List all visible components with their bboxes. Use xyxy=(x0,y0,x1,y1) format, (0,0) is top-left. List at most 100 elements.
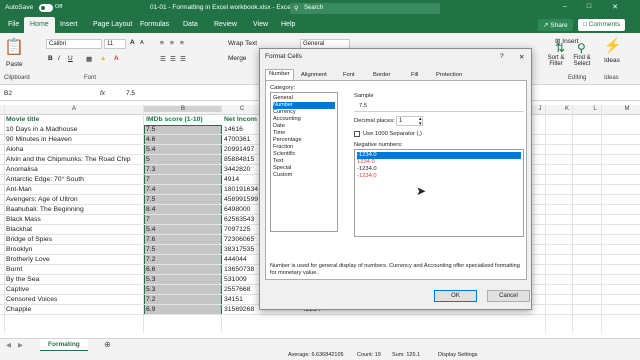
fill-color-icon[interactable]: ▲ xyxy=(100,55,106,62)
category-item[interactable]: Text xyxy=(273,158,335,165)
table-cell[interactable]: Black Mass xyxy=(6,215,142,225)
col-header-m[interactable]: M xyxy=(622,106,632,112)
autosave-toggle[interactable] xyxy=(39,4,53,12)
table-cell[interactable]: 7 xyxy=(146,215,220,225)
table-cell[interactable]: Bridge of Spies xyxy=(6,235,142,245)
sort-filter-button[interactable]: Sort & Filter xyxy=(545,55,567,67)
col-header-j[interactable]: J xyxy=(535,106,545,112)
negative-format-option[interactable]: -1234.0 xyxy=(357,173,521,180)
minimize-button[interactable]: – xyxy=(560,3,570,10)
borders-icon[interactable]: ▦ xyxy=(86,55,92,63)
col-header-b[interactable]: B xyxy=(144,106,222,112)
category-item[interactable]: Time xyxy=(273,130,335,137)
comments-button[interactable]: □ Comments xyxy=(578,19,626,31)
table-cell[interactable]: By the Sea xyxy=(6,275,142,285)
tab-view[interactable]: View xyxy=(253,21,268,28)
display-settings-button[interactable]: Display Settings xyxy=(438,352,477,358)
add-sheet-icon[interactable]: ⊕ xyxy=(104,340,111,349)
dialog-tab-protection[interactable]: Protection xyxy=(433,71,465,79)
font-grow-icon[interactable]: A xyxy=(130,39,135,46)
table-cell[interactable]: 5.4 xyxy=(146,225,220,235)
table-cell[interactable]: 10 Days in a Madhouse xyxy=(6,125,142,135)
header-imdb-score[interactable]: IMDb score (1-10) xyxy=(146,115,203,125)
ideas-icon[interactable]: ⚡ xyxy=(604,37,621,54)
align-top-icon[interactable]: ≡ xyxy=(160,40,164,47)
col-header-l[interactable]: L xyxy=(590,106,600,112)
dialog-tab-font[interactable]: Font xyxy=(340,71,358,79)
negative-format-option[interactable]: -1234.0 xyxy=(357,166,521,173)
fx-icon[interactable]: fx xyxy=(100,90,105,97)
col-header-c[interactable]: C xyxy=(222,106,262,112)
table-cell[interactable]: 7 xyxy=(146,175,220,185)
search-box[interactable]: ⚲ Search xyxy=(290,3,440,14)
tab-data[interactable]: Data xyxy=(183,21,198,28)
category-item[interactable]: Number xyxy=(273,102,335,109)
table-cell[interactable]: Burnt xyxy=(6,265,142,275)
dialog-tab-fill[interactable]: Fill xyxy=(408,71,421,79)
font-name-select[interactable]: Calibri xyxy=(46,39,102,49)
ideas-button[interactable]: Ideas xyxy=(604,57,620,64)
dialog-tab-number[interactable]: Number xyxy=(265,69,294,80)
decimal-spinner-icon[interactable]: ▲ ▼ xyxy=(418,116,422,126)
prev-sheet-icon[interactable]: ◀ xyxy=(6,341,11,349)
tab-insert[interactable]: Insert xyxy=(60,21,78,28)
align-middle-icon[interactable]: ≡ xyxy=(170,40,174,47)
category-item[interactable]: Custom xyxy=(273,172,335,179)
table-cell[interactable]: 7.5 xyxy=(146,125,220,135)
cancel-button[interactable]: Cancel xyxy=(487,290,530,302)
table-cell[interactable]: 7.5 xyxy=(146,195,220,205)
tab-file[interactable]: File xyxy=(8,21,19,28)
table-cell[interactable]: Blackhat xyxy=(6,225,142,235)
table-cell[interactable]: Baahubali: The Beginning xyxy=(6,205,142,215)
bold-button[interactable]: B xyxy=(48,55,53,62)
table-cell[interactable]: Chappie xyxy=(6,305,142,315)
category-item[interactable]: General xyxy=(273,95,335,102)
table-cell[interactable]: 7.4 xyxy=(146,185,220,195)
align-left-icon[interactable]: ☰ xyxy=(160,55,166,63)
tab-help[interactable]: Help xyxy=(281,21,295,28)
category-item[interactable]: Date xyxy=(273,123,335,130)
category-item[interactable]: Accounting xyxy=(273,116,335,123)
table-cell[interactable]: Aloha xyxy=(6,145,142,155)
paste-icon[interactable]: 📋 xyxy=(4,37,24,57)
font-size-select[interactable]: 11 xyxy=(104,39,126,49)
tab-home[interactable]: Home xyxy=(24,17,55,33)
ok-button[interactable]: OK xyxy=(434,290,477,302)
next-sheet-icon[interactable]: ▶ xyxy=(18,341,23,349)
table-cell[interactable]: 5 xyxy=(146,155,220,165)
wrap-text-button[interactable]: Wrap Text xyxy=(228,40,257,47)
tab-review[interactable]: Review xyxy=(214,21,237,28)
font-color-icon[interactable]: A xyxy=(114,55,119,62)
italic-button[interactable]: I xyxy=(58,55,60,62)
table-cell[interactable]: 7.2 xyxy=(146,255,220,265)
table-cell[interactable]: Alvin and the Chipmunks: The Road Chip xyxy=(6,155,142,165)
separator-checkbox[interactable] xyxy=(354,131,360,137)
table-cell[interactable]: Censored Voices xyxy=(6,295,142,305)
font-shrink-icon[interactable]: A xyxy=(140,40,144,46)
category-list[interactable]: General Number Currency Accounting Date Time P… xyxy=(270,92,338,232)
align-bottom-icon[interactable]: ≡ xyxy=(180,40,184,47)
table-cell[interactable]: 5.4 xyxy=(146,145,220,155)
share-button[interactable]: ↗ Share xyxy=(538,19,573,31)
table-cell[interactable]: Captive xyxy=(6,285,142,295)
table-cell[interactable]: Antarctic Edge: 70° South xyxy=(6,175,142,185)
tab-page-layout[interactable]: Page Layout xyxy=(93,21,132,28)
table-cell[interactable]: 6.9 xyxy=(146,305,220,315)
table-cell[interactable]: 90 Minutes in Heaven xyxy=(6,135,142,145)
tab-formulas[interactable]: Formulas xyxy=(140,21,169,28)
category-item[interactable]: Scientific xyxy=(273,151,335,158)
table-cell[interactable]: 6.6 xyxy=(146,265,220,275)
table-cell[interactable]: 7.2 xyxy=(146,295,220,305)
dialog-help-button[interactable]: ? xyxy=(500,53,504,60)
table-cell[interactable]: Anomalisa xyxy=(6,165,142,175)
table-cell[interactable]: 5.3 xyxy=(146,285,220,295)
table-cell[interactable]: 8.4 xyxy=(146,205,220,215)
col-header-k[interactable]: K xyxy=(562,106,572,112)
table-cell[interactable]: Brooklyn xyxy=(6,245,142,255)
category-item[interactable]: Special xyxy=(273,165,335,172)
col-header-a[interactable]: A xyxy=(4,106,144,112)
search-input[interactable]: Search xyxy=(304,5,323,11)
negative-numbers-list[interactable]: -1234.0 1234.0 -1234.0 -1234.0 xyxy=(354,149,524,237)
underline-button[interactable]: U xyxy=(68,55,73,62)
align-right-icon[interactable]: ☰ xyxy=(180,55,186,63)
